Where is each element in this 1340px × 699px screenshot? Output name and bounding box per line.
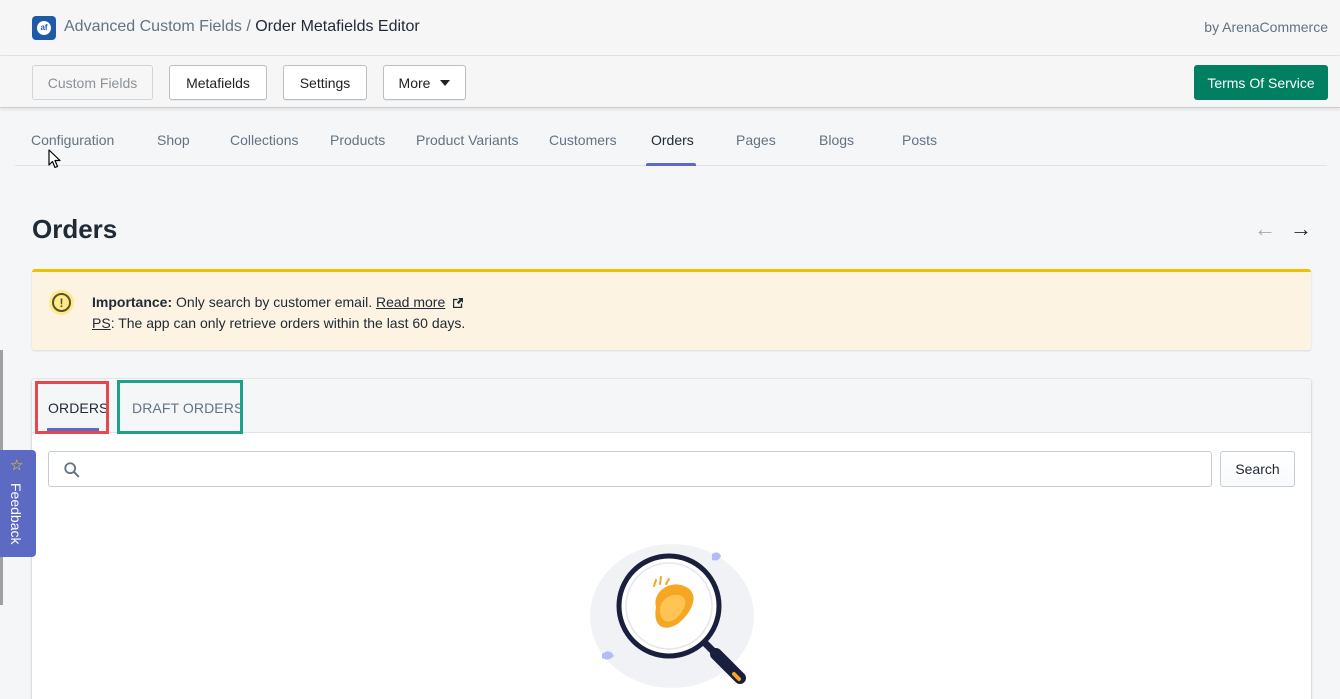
tab-shop[interactable]: Shop — [157, 132, 190, 148]
more-dropdown-button[interactable]: More — [383, 65, 466, 100]
title-bar: af Advanced Custom Fields / Order Metafi… — [0, 0, 1340, 56]
orders-card: ORDERS DRAFT ORDERS Search — [32, 379, 1311, 699]
tab-customers[interactable]: Customers — [549, 132, 617, 148]
settings-button[interactable]: Settings — [283, 65, 367, 100]
search-field[interactable] — [48, 451, 1212, 487]
tab-configuration[interactable]: Configuration — [31, 132, 114, 148]
tab-blogs[interactable]: Blogs — [819, 132, 854, 148]
importance-message: Only search by customer email. — [172, 294, 376, 310]
importance-label: Importance: — [92, 294, 173, 310]
tab-products[interactable]: Products — [330, 132, 385, 148]
active-tab-indicator — [646, 163, 696, 166]
read-more-link[interactable]: Read more — [376, 294, 445, 310]
ps-message: : The app can only retrieve orders withi… — [110, 315, 466, 331]
search-input[interactable] — [93, 453, 1193, 485]
order-type-tabs: ORDERS DRAFT ORDERS — [32, 379, 1311, 434]
developer-credit: by ArenaCommerce — [1204, 19, 1328, 35]
arrow-left-icon[interactable]: ← — [1254, 216, 1276, 242]
breadcrumb: Advanced Custom Fields / Order Metafield… — [64, 18, 420, 36]
caret-down-icon — [440, 79, 451, 86]
metafields-button[interactable]: Metafields — [169, 65, 267, 100]
highlight-box-red — [35, 381, 109, 434]
page-title: Orders — [32, 214, 118, 244]
toolbar: Custom Fields Metafields Settings More T… — [0, 56, 1340, 108]
arrow-right-icon[interactable]: → — [1290, 216, 1312, 242]
external-link-icon[interactable] — [453, 298, 464, 308]
mouse-cursor-icon — [48, 149, 61, 169]
feedback-label: Feedback — [8, 483, 24, 545]
highlight-box-green — [117, 380, 243, 434]
warning-circle-icon: ! — [49, 290, 74, 315]
banner-ps-text: PS: The app can only retrieve orders wit… — [92, 315, 465, 331]
search-icon — [64, 462, 80, 478]
tab-product-variants[interactable]: Product Variants — [416, 132, 518, 148]
feedback-widget[interactable]: ☆ Feedback — [0, 450, 36, 557]
tab-posts[interactable]: Posts — [902, 132, 937, 148]
page-name: Order Metafields Editor — [255, 18, 420, 35]
resource-tabs: Configuration Shop Collections Products … — [15, 120, 1327, 166]
app-logo-icon: af — [32, 16, 56, 40]
star-icon: ☆ — [10, 457, 24, 474]
banner-importance-text: Importance: Only search by customer emai… — [92, 294, 464, 310]
terms-of-service-button[interactable]: Terms Of Service — [1194, 65, 1328, 100]
tab-collections[interactable]: Collections — [230, 132, 298, 148]
warning-banner: ! Importance: Only search by customer em… — [32, 269, 1311, 350]
breadcrumb-separator: / — [246, 18, 251, 35]
custom-fields-button[interactable]: Custom Fields — [32, 65, 153, 100]
tab-orders[interactable]: Orders — [651, 132, 694, 148]
ps-label: PS — [92, 315, 111, 331]
empty-search-illustration-icon — [590, 544, 754, 688]
app-name[interactable]: Advanced Custom Fields — [64, 18, 242, 35]
search-button[interactable]: Search — [1220, 451, 1295, 487]
tab-pages[interactable]: Pages — [736, 132, 776, 148]
more-label: More — [398, 74, 431, 91]
